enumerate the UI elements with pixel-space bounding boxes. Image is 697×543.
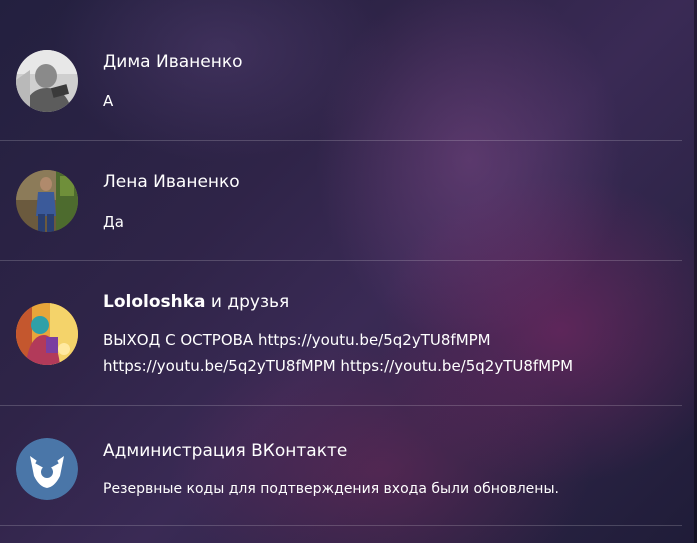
avatar[interactable] bbox=[16, 438, 78, 500]
avatar[interactable] bbox=[16, 50, 78, 112]
avatar[interactable] bbox=[16, 170, 78, 232]
conversation-item[interactable]: Лена Иваненко Да bbox=[0, 141, 682, 261]
conversation-title-rest: и друзья bbox=[205, 292, 290, 312]
conversation-title: Администрация ВКонтакте bbox=[103, 441, 348, 461]
last-message: Да bbox=[103, 213, 124, 231]
conversation-list: Дима Иваненко А Лена Иваненко Да Lololos… bbox=[0, 0, 682, 526]
last-message: ВЫХОД С ОСТРОВА https://youtu.be/5q2yTU8… bbox=[103, 331, 574, 375]
conversation-item[interactable]: Администрация ВКонтакте Резервные коды д… bbox=[0, 406, 682, 526]
last-message: Резервные коды для подтверждения входа б… bbox=[103, 481, 559, 497]
conversation-title: Дима Иваненко bbox=[103, 52, 243, 72]
conversation-title-bold: Lololoshka bbox=[103, 292, 206, 312]
last-message: А bbox=[103, 92, 114, 110]
avatar[interactable] bbox=[16, 303, 78, 365]
conversation-item[interactable]: Lololoshka и друзья ВЫХОД С ОСТРОВА http… bbox=[0, 261, 682, 406]
conversation-title: Lololoshka и друзья bbox=[103, 292, 289, 312]
conversation-title: Лена Иваненко bbox=[103, 172, 240, 192]
conversation-item[interactable]: Дима Иваненко А bbox=[0, 0, 682, 141]
